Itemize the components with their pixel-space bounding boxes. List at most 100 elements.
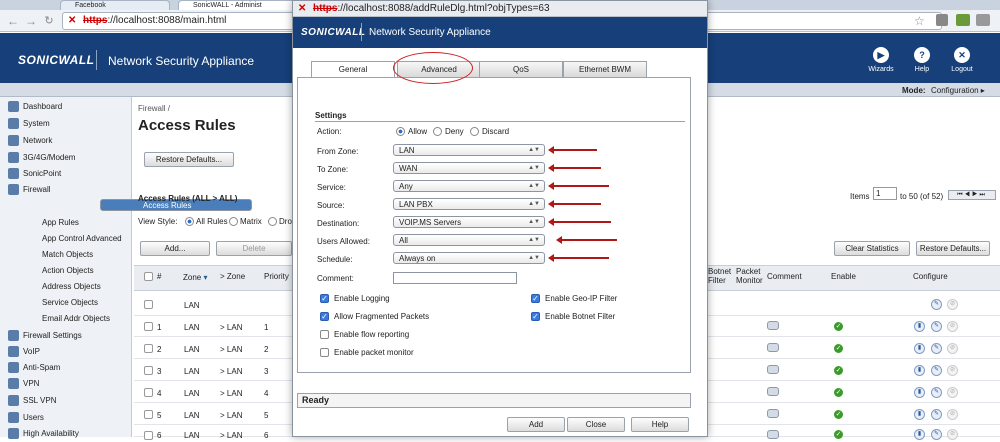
help-link[interactable]: Help: [902, 66, 942, 73]
stats-icon[interactable]: ▮: [914, 429, 925, 440]
users-allowed-select[interactable]: All ▲▼: [393, 234, 545, 246]
delete-rule-button[interactable]: Delete: [216, 241, 292, 256]
sidebar-item-network[interactable]: Network: [0, 133, 132, 149]
sidebar-item-firewall[interactable]: Firewall: [0, 182, 132, 198]
back-icon[interactable]: ←: [6, 14, 20, 28]
reload-icon[interactable]: ↻: [42, 14, 56, 28]
group-checkbox[interactable]: [144, 300, 153, 309]
restore-defaults-top-button[interactable]: Restore Defaults...: [144, 152, 234, 167]
stats-icon[interactable]: ▮: [914, 387, 925, 398]
sidebar-item-vpn[interactable]: VPN: [0, 376, 132, 392]
add-button[interactable]: Add: [507, 417, 565, 432]
sidebar-item-anti-spam[interactable]: Anti-Spam: [0, 360, 132, 376]
wrench-icon[interactable]: [936, 14, 948, 26]
edit-icon[interactable]: ✎: [931, 409, 942, 420]
comment-input[interactable]: [393, 272, 517, 284]
items-page-input[interactable]: 1: [873, 187, 897, 200]
sidebar-item-service-objects[interactable]: Service Objects: [0, 295, 132, 311]
browser-tab-sonicwall[interactable]: SonicWALL - Administ: [178, 0, 298, 10]
logout-link[interactable]: Logout: [942, 66, 982, 73]
tab-qos[interactable]: QoS: [479, 61, 563, 77]
dialog-address-bar[interactable]: ✕ https://localhost:8088/addRuleDlg.html…: [293, 1, 707, 17]
enabled-check-icon[interactable]: ✓: [834, 430, 843, 439]
row-checkbox[interactable]: [144, 322, 153, 331]
comment-icon[interactable]: [767, 430, 779, 439]
action-allow-radio[interactable]: [396, 127, 405, 136]
delete-icon[interactable]: ⊘: [947, 409, 958, 420]
logout-icon[interactable]: ✕: [954, 47, 970, 63]
packet-monitor-checkbox[interactable]: [320, 348, 329, 357]
from-zone-select[interactable]: LAN ▲▼: [393, 144, 545, 156]
forward-icon[interactable]: →: [24, 14, 38, 28]
source-select[interactable]: LAN PBX ▲▼: [393, 198, 545, 210]
comment-icon[interactable]: [767, 321, 779, 330]
row-checkbox[interactable]: [144, 388, 153, 397]
edit-icon[interactable]: ✎: [931, 429, 942, 440]
sidebar-item-high-availability[interactable]: High Availability: [0, 426, 132, 442]
comment-icon[interactable]: [767, 343, 779, 352]
edit-icon[interactable]: ✎: [931, 365, 942, 376]
sidebar-item-app-control-advanced[interactable]: App Control Advanced: [0, 231, 132, 247]
to-zone-select[interactable]: WAN ▲▼: [393, 162, 545, 174]
delete-icon[interactable]: ⊘: [947, 365, 958, 376]
delete-icon[interactable]: ⊘: [947, 343, 958, 354]
sidebar-item-match-objects[interactable]: Match Objects: [0, 247, 132, 263]
clear-statistics-button[interactable]: Clear Statistics: [834, 241, 910, 256]
breadcrumb[interactable]: Firewall /: [138, 104, 170, 113]
service-select[interactable]: Any ▲▼: [393, 180, 545, 192]
geo-ip-filter-checkbox[interactable]: ✓: [531, 294, 540, 303]
sidebar-item-dashboard[interactable]: Dashboard: [0, 99, 132, 115]
comment-icon[interactable]: [767, 387, 779, 396]
action-discard-radio[interactable]: [470, 127, 479, 136]
sidebar-item-sonicpoint[interactable]: SonicPoint: [0, 166, 132, 182]
view-matrix-radio[interactable]: [229, 217, 238, 226]
browser-tab-facebook[interactable]: Facebook: [60, 0, 170, 10]
row-checkbox[interactable]: [144, 410, 153, 419]
row-checkbox[interactable]: [144, 344, 153, 353]
delete-icon[interactable]: ⊘: [947, 299, 958, 310]
sidebar-item-address-objects[interactable]: Address Objects: [0, 279, 132, 295]
stats-icon[interactable]: ▮: [914, 365, 925, 376]
pagination-controls[interactable]: ⏮◀▶⏭: [948, 190, 996, 200]
delete-icon[interactable]: ⊘: [947, 387, 958, 398]
bookmark-star-icon[interactable]: ☆: [914, 14, 925, 28]
delete-icon[interactable]: ⊘: [947, 429, 958, 440]
enabled-check-icon[interactable]: ✓: [834, 344, 843, 353]
enabled-check-icon[interactable]: ✓: [834, 410, 843, 419]
col-from-zone[interactable]: Zone ▾: [183, 273, 207, 282]
allow-fragmented-checkbox[interactable]: ✓: [320, 312, 329, 321]
view-drop-radio[interactable]: [268, 217, 277, 226]
col-to-zone[interactable]: > Zone: [220, 272, 245, 281]
action-deny-radio[interactable]: [433, 127, 442, 136]
help-button[interactable]: Help: [631, 417, 689, 432]
enabled-check-icon[interactable]: ✓: [834, 322, 843, 331]
sidebar-item-email-addr-objects[interactable]: Email Addr Objects: [0, 311, 132, 327]
row-checkbox[interactable]: [144, 431, 153, 440]
extension-icon[interactable]: [956, 14, 970, 26]
destination-select[interactable]: VOIP.MS Servers ▲▼: [393, 216, 545, 228]
mode-value[interactable]: Configuration ▸: [931, 86, 985, 95]
edit-icon[interactable]: ✎: [931, 299, 942, 310]
stats-icon[interactable]: ▮: [914, 343, 925, 354]
wizards-link[interactable]: Wizards: [861, 66, 901, 73]
comment-icon[interactable]: [767, 365, 779, 374]
enable-logging-checkbox[interactable]: ✓: [320, 294, 329, 303]
sidebar-item-voip[interactable]: VoIP: [0, 344, 132, 360]
schedule-select[interactable]: Always on ▲▼: [393, 252, 545, 264]
view-all-rules-radio[interactable]: [185, 217, 194, 226]
sidebar-item-action-objects[interactable]: Action Objects: [0, 263, 132, 279]
sidebar-item-modem[interactable]: 3G/4G/Modem: [0, 150, 132, 166]
add-rule-button[interactable]: Add...: [140, 241, 210, 256]
sidebar-item-users[interactable]: Users: [0, 410, 132, 426]
menu-icon[interactable]: [976, 14, 990, 26]
stats-icon[interactable]: ▮: [914, 321, 925, 332]
tab-general[interactable]: General: [311, 61, 395, 78]
sidebar-item-app-rules[interactable]: App Rules: [0, 215, 132, 231]
select-all-checkbox[interactable]: [144, 272, 153, 281]
stats-icon[interactable]: ▮: [914, 409, 925, 420]
delete-icon[interactable]: ⊘: [947, 321, 958, 332]
edit-icon[interactable]: ✎: [931, 387, 942, 398]
sidebar-item-system[interactable]: System: [0, 116, 132, 132]
enabled-check-icon[interactable]: ✓: [834, 366, 843, 375]
help-icon[interactable]: ?: [914, 47, 930, 63]
